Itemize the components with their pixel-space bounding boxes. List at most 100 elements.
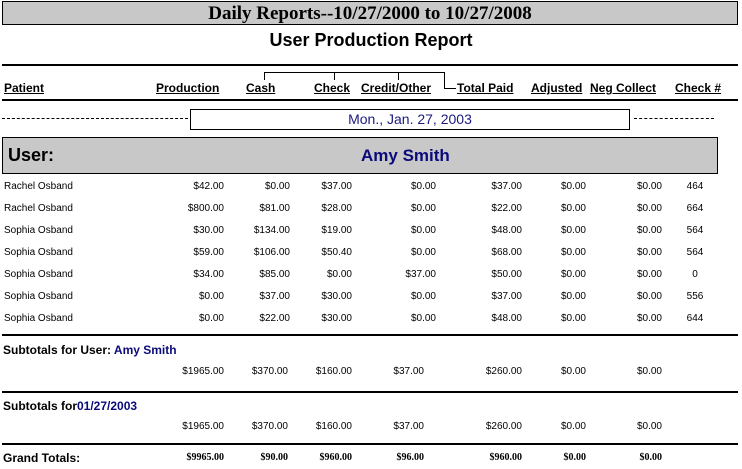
cell-credit: $0.00 (410, 313, 436, 324)
table-row: Sophia Osband $0.00 $37.00 $30.00 $0.00 $37.0… (0, 291, 742, 313)
total-total-paid: $260.00 (485, 366, 522, 377)
table-row: Sophia Osband $34.00 $85.00 $0.00 $37.00 $50.… (0, 269, 742, 291)
divider (2, 391, 738, 393)
cell-neg-collect: $0.00 (636, 181, 662, 192)
cell-check-num: 644 (686, 313, 704, 324)
col-header-neg-collect[interactable]: Neg Collect (590, 81, 656, 95)
cell-credit: $37.00 (405, 269, 436, 280)
cell-cash: $0.00 (264, 181, 290, 192)
col-header-check-number[interactable]: Check # (675, 81, 721, 95)
cell-check-num: 664 (686, 203, 704, 214)
cell-adjusted: $0.00 (560, 247, 586, 258)
payment-bracket-left (264, 72, 265, 80)
table-row: Sophia Osband $30.00 $134.00 $19.00 $0.00 $48… (0, 225, 742, 247)
total-production: $9965.00 (186, 452, 225, 463)
cell-cash: $22.00 (259, 313, 290, 324)
cell-total-paid: $48.00 (491, 313, 522, 324)
cell-production: $800.00 (187, 203, 224, 214)
total-adjusted: $0.00 (560, 366, 586, 377)
col-header-credit-other[interactable]: Credit/Other (361, 81, 431, 95)
cell-adjusted: $0.00 (560, 313, 586, 324)
cell-adjusted: $0.00 (560, 269, 586, 280)
col-header-adjusted[interactable]: Adjusted (531, 81, 582, 95)
cell-neg-collect: $0.00 (636, 313, 662, 324)
cell-production: $34.00 (193, 269, 224, 280)
cell-check: $30.00 (321, 313, 352, 324)
cell-credit: $0.00 (410, 203, 436, 214)
cell-credit: $0.00 (410, 247, 436, 258)
cell-production: $0.00 (198, 313, 224, 324)
date-dash-left (2, 118, 188, 119)
user-label: User: (8, 145, 55, 165)
cell-production: $42.00 (193, 181, 224, 192)
cell-check: $0.00 (326, 269, 352, 280)
cell-check: $50.40 (321, 247, 352, 258)
cell-cash: $134.00 (253, 225, 290, 236)
cell-total-paid: $68.00 (491, 247, 522, 258)
cell-check-num: 556 (686, 291, 704, 302)
cell-credit: $0.00 (410, 291, 436, 302)
cell-total-paid: $37.00 (491, 181, 522, 192)
total-production: $1965.00 (182, 421, 224, 432)
cell-check-num: 0 (692, 269, 698, 280)
cell-neg-collect: $0.00 (636, 269, 662, 280)
cell-total-paid: $50.00 (491, 269, 522, 280)
cell-cash: $106.00 (253, 247, 290, 258)
cell-cash: $81.00 (259, 203, 290, 214)
col-header-patient[interactable]: Patient (4, 81, 44, 95)
cell-total-paid: $48.00 (491, 225, 522, 236)
cell-check: $19.00 (321, 225, 352, 236)
table-row: Sophia Osband $59.00 $106.00 $50.40 $0.00 $68… (0, 247, 742, 269)
total-credit: $37.00 (393, 421, 424, 432)
cell-neg-collect: $0.00 (636, 203, 662, 214)
col-header-check[interactable]: Check (314, 81, 350, 95)
cell-credit: $0.00 (410, 225, 436, 236)
cell-check-num: 564 (686, 225, 704, 236)
cell-cash: $85.00 (259, 269, 290, 280)
cell-adjusted: $0.00 (560, 203, 586, 214)
total-production: $1965.00 (182, 366, 224, 377)
cell-patient: Rachel Osband (4, 203, 73, 214)
cell-check: $28.00 (321, 203, 352, 214)
total-check: $160.00 (315, 366, 352, 377)
divider (2, 64, 738, 66)
subtotal-date-label: Subtotals for01/27/2003 (3, 399, 137, 413)
report-title-bar: Daily Reports--10/27/2000 to 10/27/2008 (2, 1, 738, 25)
grand-totals-label: Grand Totals: (3, 451, 81, 465)
col-header-total-paid[interactable]: Total Paid (457, 81, 513, 95)
payment-bracket-mid2 (398, 72, 399, 80)
cell-check: $30.00 (321, 291, 352, 302)
total-total-paid: $260.00 (485, 421, 522, 432)
cell-patient: Sophia Osband (4, 313, 73, 324)
payment-bracket-right (444, 72, 445, 88)
report-subtitle: User Production Report (269, 30, 473, 50)
payment-bracket-tail (444, 88, 456, 89)
table-row: Rachel Osband $42.00 $0.00 $37.00 $0.00 $37.0… (0, 181, 742, 203)
total-check: $960.00 (319, 452, 353, 463)
total-cash: $90.00 (260, 452, 289, 463)
payment-bracket-mid1 (334, 72, 335, 80)
subtotal-date-value: 01/27/2003 (77, 399, 138, 413)
total-credit: $37.00 (393, 366, 424, 377)
cell-production: $30.00 (193, 225, 224, 236)
col-header-production[interactable]: Production (156, 81, 219, 95)
total-adjusted: $0.00 (563, 452, 587, 463)
cell-patient: Sophia Osband (4, 269, 73, 280)
cell-adjusted: $0.00 (560, 225, 586, 236)
cell-neg-collect: $0.00 (636, 225, 662, 236)
total-cash: $370.00 (251, 366, 288, 377)
table-row: Rachel Osband $800.00 $81.00 $28.00 $0.00 $22… (0, 203, 742, 225)
cell-check-num: 564 (686, 247, 704, 258)
subtotal-user-text: Subtotals for User: (3, 343, 112, 357)
cell-production: $0.00 (198, 291, 224, 302)
col-header-cash[interactable]: Cash (246, 81, 275, 95)
date-header: Mon., Jan. 27, 2003 (190, 109, 630, 130)
user-section-bar: User: Amy Smith (2, 137, 718, 174)
cell-check: $37.00 (321, 181, 352, 192)
divider (2, 443, 738, 445)
report-title: Daily Reports--10/27/2000 to 10/27/2008 (208, 3, 532, 24)
subtotal-date-text: Subtotals for (3, 399, 77, 413)
cell-adjusted: $0.00 (560, 291, 586, 302)
total-credit: $96.00 (396, 452, 425, 463)
subtotal-user-label: Subtotals for User: Amy Smith (3, 343, 177, 357)
